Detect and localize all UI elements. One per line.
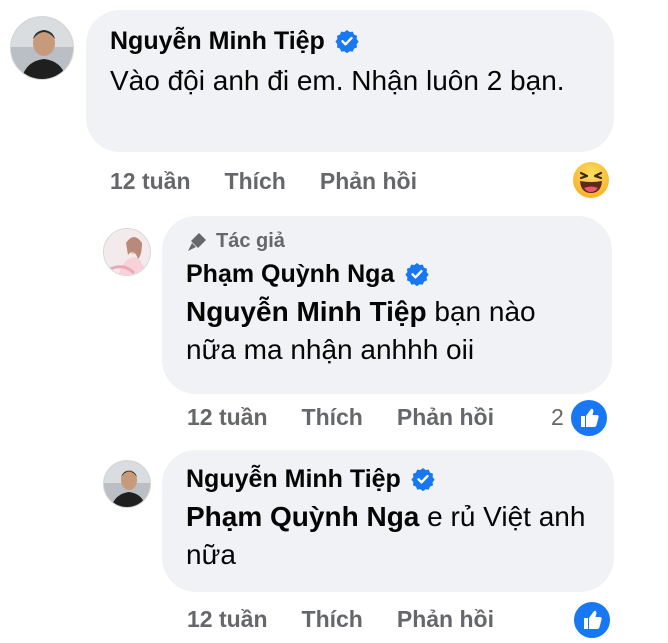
- reply-button[interactable]: Phản hồi: [320, 168, 417, 195]
- verified-badge-icon: [405, 263, 429, 286]
- haha-reaction-icon[interactable]: [572, 161, 610, 199]
- microphone-icon: [188, 232, 206, 251]
- verified-badge-icon: [335, 30, 359, 53]
- reply-button[interactable]: Phản hồi: [397, 404, 494, 431]
- like-button[interactable]: Thích: [225, 168, 286, 195]
- comment-bubble: Nguyễn Minh Tiệp Vào đội anh đi em. Nhận…: [86, 10, 614, 152]
- reply-text: Nguyễn Minh Tiệp bạn nào nữa ma nhận anh…: [186, 293, 588, 369]
- comment-time[interactable]: 12 tuần: [110, 168, 191, 195]
- reply-time[interactable]: 12 tuần: [187, 606, 268, 633]
- author-tag-label: Tác giả: [216, 230, 285, 252]
- like-button[interactable]: Thích: [302, 606, 363, 633]
- comment-author[interactable]: Nguyễn Minh Tiệp: [110, 26, 325, 56]
- mention-link[interactable]: Nguyễn Minh Tiệp: [186, 296, 427, 327]
- avatar-photo: [11, 17, 73, 79]
- reply-author[interactable]: Phạm Quỳnh Nga: [186, 259, 394, 289]
- reply-actions: 12 tuần Thích Phản hồi: [187, 606, 528, 633]
- avatar[interactable]: [103, 228, 151, 276]
- reply-time[interactable]: 12 tuần: [187, 404, 268, 431]
- avatar-photo: [104, 229, 150, 275]
- like-reaction-icon[interactable]: [572, 600, 612, 640]
- comment-actions: 12 tuần Thích Phản hồi: [110, 168, 451, 195]
- like-reaction-icon[interactable]: [569, 398, 609, 438]
- avatar-photo: [104, 461, 150, 507]
- mention-link[interactable]: Phạm Quỳnh Nga: [186, 501, 419, 532]
- reply-actions: 12 tuần Thích Phản hồi: [187, 404, 528, 431]
- reply-bubble: Tác giả Phạm Quỳnh Nga Nguyễn Minh Tiệp …: [162, 216, 612, 394]
- reply-bubble: Nguyễn Minh Tiệp Phạm Quỳnh Nga e rủ Việ…: [162, 450, 614, 592]
- comment-text: Vào đội anh đi em. Nhận luôn 2 bạn.: [110, 65, 565, 96]
- reply-author[interactable]: Nguyễn Minh Tiệp: [186, 464, 401, 494]
- verified-badge-icon: [411, 468, 435, 491]
- reaction-count[interactable]: 2: [551, 404, 564, 431]
- avatar[interactable]: [103, 460, 151, 508]
- author-tag: Tác giả: [186, 230, 588, 253]
- reply-text: Phạm Quỳnh Nga e rủ Việt anh nữa: [186, 498, 590, 574]
- like-button[interactable]: Thích: [302, 404, 363, 431]
- avatar[interactable]: [10, 16, 74, 80]
- reply-button[interactable]: Phản hồi: [397, 606, 494, 633]
